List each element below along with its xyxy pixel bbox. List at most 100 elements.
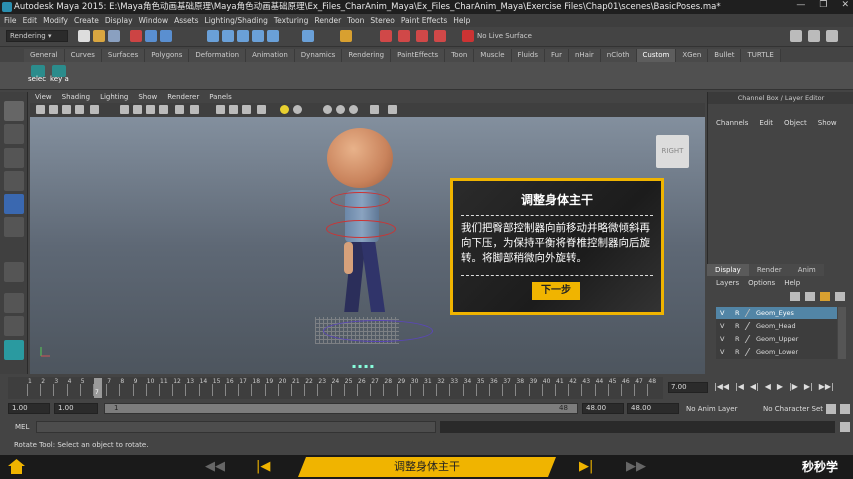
new-layer-icon[interactable] <box>820 292 830 301</box>
show-menu[interactable]: Show <box>818 119 837 127</box>
play-forward-icon[interactable]: ▶ <box>777 382 783 391</box>
menu-stereo[interactable]: Stereo <box>370 14 400 27</box>
command-language-label[interactable]: MEL <box>15 421 29 433</box>
snap-grid-icon[interactable] <box>207 30 219 42</box>
layer-row[interactable]: V R Geom_Eyes <box>716 307 837 319</box>
scale-tool-icon[interactable] <box>4 217 24 237</box>
shelf-tab-rendering[interactable]: Rendering <box>342 49 392 62</box>
layer-row[interactable]: V R Geom_Lower <box>716 346 837 358</box>
previous-chapter-icon[interactable]: ◀◀ <box>205 459 225 474</box>
command-input[interactable] <box>36 421 436 433</box>
menu-toon[interactable]: Toon <box>347 14 370 27</box>
layer-reference-toggle[interactable]: R <box>735 346 740 358</box>
shelf-tab-polygons[interactable]: Polygons <box>145 49 190 62</box>
step-back-frame-icon[interactable]: ◀| <box>750 382 759 391</box>
viewport-menu-renderer[interactable]: Renderer <box>167 92 199 103</box>
tab-display[interactable]: Display <box>707 264 749 276</box>
rotate-tool-icon[interactable] <box>4 194 24 214</box>
menu-render[interactable]: Render <box>314 14 347 27</box>
anim-layer-dropdown[interactable]: No Anim Layer <box>686 405 737 413</box>
layer-reference-toggle[interactable]: R <box>735 320 740 332</box>
default-lighting-icon[interactable] <box>280 105 289 114</box>
menu-modify[interactable]: Modify <box>43 14 74 27</box>
next-chapter-icon[interactable]: ▶▶ <box>626 459 646 474</box>
chest-control[interactable] <box>330 192 390 208</box>
select-object-icon[interactable] <box>145 30 157 42</box>
snap-point-icon[interactable] <box>237 30 249 42</box>
step-back-key-icon[interactable]: |◀ <box>735 382 744 391</box>
shelf-tab-custom[interactable]: Custom <box>636 49 677 62</box>
root-control[interactable] <box>323 320 433 342</box>
layer-row[interactable]: V R Geom_Upper <box>716 333 837 345</box>
shelf-tab-fur[interactable]: Fur <box>544 49 569 62</box>
move-layer-up-icon[interactable] <box>790 292 800 301</box>
menu-edit[interactable]: Edit <box>23 14 44 27</box>
animation-preferences-icon[interactable] <box>826 404 836 414</box>
viewport-menu-view[interactable]: View <box>35 92 52 103</box>
textured-icon[interactable] <box>146 105 155 114</box>
snapshot-icon[interactable] <box>370 105 379 114</box>
tab-anim[interactable]: Anim <box>789 264 824 276</box>
menu-assets[interactable]: Assets <box>174 14 204 27</box>
layer-reference-toggle[interactable]: R <box>735 307 740 319</box>
step-forward-frame-icon[interactable]: |▶ <box>789 382 798 391</box>
step-forward-key-icon[interactable]: ▶| <box>804 382 813 391</box>
render-frame-icon[interactable] <box>380 30 392 42</box>
shelf-tab-deformation[interactable]: Deformation <box>189 49 247 62</box>
shelf-tab-nhair[interactable]: nHair <box>568 49 601 62</box>
layers-menu[interactable]: Layers <box>716 279 739 287</box>
camera-attributes-icon[interactable] <box>49 105 58 114</box>
menu-help[interactable]: Help <box>453 14 476 27</box>
bookmark-icon[interactable] <box>62 105 71 114</box>
shelf-tab-turtle[interactable]: TURTLE <box>741 49 781 62</box>
script-editor-icon[interactable] <box>840 422 850 432</box>
shelf-tab-dynamics[interactable]: Dynamics <box>294 49 343 62</box>
xray-joints-icon[interactable] <box>229 105 238 114</box>
last-tool-icon[interactable] <box>4 262 24 282</box>
grid-toggle-icon[interactable] <box>90 105 99 114</box>
render-settings-icon[interactable] <box>416 30 428 42</box>
help-menu[interactable]: Help <box>784 279 800 287</box>
previous-step-icon[interactable]: |◀ <box>256 459 270 474</box>
play-backward-icon[interactable]: ◀ <box>765 382 771 391</box>
layer-visibility-toggle[interactable]: V <box>720 320 724 332</box>
menu-create[interactable]: Create <box>74 14 105 27</box>
view-cube[interactable]: RIGHT <box>656 135 689 168</box>
maximize-icon[interactable]: ❐ <box>819 0 827 14</box>
anti-aliasing-icon[interactable] <box>336 105 345 114</box>
shelf-tab-xgen[interactable]: XGen <box>676 49 709 62</box>
menu-paint-effects[interactable]: Paint Effects <box>401 14 453 27</box>
options-menu[interactable]: Options <box>748 279 775 287</box>
close-icon[interactable]: ✕ <box>841 0 849 14</box>
gate-mask-icon[interactable] <box>257 105 266 114</box>
select-camera-icon[interactable] <box>36 105 45 114</box>
current-time-field[interactable]: 7.00 <box>668 382 708 393</box>
tool-settings-icon[interactable] <box>808 30 820 42</box>
construction-history-icon[interactable] <box>340 30 352 42</box>
resolution-gate-icon[interactable] <box>388 105 397 114</box>
viewport-menu-shading[interactable]: Shading <box>62 92 90 103</box>
snap-surface-icon[interactable] <box>267 30 279 42</box>
live-surface-icon[interactable] <box>462 30 474 42</box>
home-icon[interactable] <box>8 459 25 474</box>
ipr-render-icon[interactable] <box>398 30 410 42</box>
use-lights-icon[interactable] <box>159 105 168 114</box>
range-slider[interactable]: 1 48 <box>104 403 578 414</box>
layer-visibility-toggle[interactable]: V <box>720 346 724 358</box>
move-tool-icon[interactable] <box>4 171 24 191</box>
wireframe-icon[interactable] <box>120 105 129 114</box>
object-menu[interactable]: Object <box>784 119 807 127</box>
auto-key-icon[interactable] <box>840 404 850 414</box>
go-to-end-icon[interactable]: ▶▶| <box>819 382 834 391</box>
history-icon[interactable] <box>302 30 314 42</box>
new-scene-icon[interactable] <box>78 30 90 42</box>
new-layer-selected-icon[interactable] <box>835 292 845 301</box>
isolate-select-icon[interactable] <box>216 105 225 114</box>
menu-lighting-shading[interactable]: Lighting/Shading <box>205 14 274 27</box>
go-to-start-icon[interactable]: |◀◀ <box>714 382 729 391</box>
shelf-tab-fluids[interactable]: Fluids <box>511 49 545 62</box>
layer-visibility-toggle[interactable]: V <box>720 307 724 319</box>
viewport-menu-panels[interactable]: Panels <box>209 92 232 103</box>
layer-visibility-toggle[interactable]: V <box>720 333 724 345</box>
outliner-layout-icon[interactable] <box>4 340 24 360</box>
